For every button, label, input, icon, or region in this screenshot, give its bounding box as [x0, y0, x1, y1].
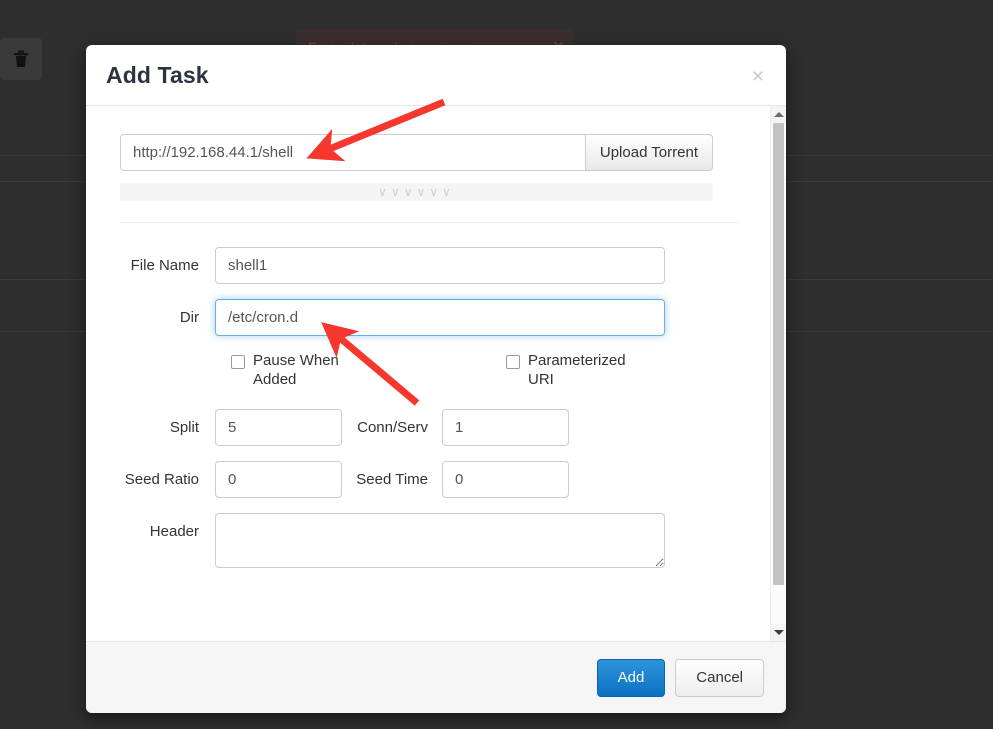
form-row-header: Header [120, 513, 740, 568]
pause-when-added-group: Pause When Added [231, 351, 506, 389]
modal-header: Add Task × [86, 45, 786, 106]
scroll-up-arrow-icon[interactable] [771, 106, 786, 123]
modal-footer: Add Cancel [86, 641, 786, 713]
modal-body-scrollbar[interactable] [770, 106, 786, 641]
add-button[interactable]: Add [596, 658, 666, 697]
uri-input[interactable] [120, 134, 585, 171]
scroll-down-arrow-icon[interactable] [771, 624, 786, 641]
parameterized-uri-checkbox[interactable] [506, 355, 520, 369]
conn-serv-input[interactable] [442, 409, 569, 446]
seed-ratio-input[interactable] [215, 461, 342, 498]
collapse-toggle-bar[interactable]: ∨∨∨∨∨∨ [120, 183, 713, 201]
conn-serv-label: Conn/Serv [357, 419, 428, 436]
uri-input-group: Upload Torrent [120, 134, 713, 171]
seed-time-label: Seed Time [356, 471, 428, 488]
file-name-input[interactable] [215, 247, 665, 284]
seed-time-input[interactable] [442, 461, 569, 498]
upload-torrent-button[interactable]: Upload Torrent [584, 134, 713, 171]
parameterized-uri-label[interactable]: Parameterized URI [528, 351, 638, 389]
dir-input[interactable] [215, 299, 665, 336]
trash-icon [13, 50, 29, 68]
scrollbar-thumb[interactable] [773, 123, 784, 585]
seed-ratio-label: Seed Ratio [124, 471, 199, 488]
add-task-modal: Add Task × Upload Torrent ∨∨∨∨∨∨ File Na… [86, 45, 786, 713]
close-icon[interactable]: × [748, 62, 768, 91]
delete-task-button[interactable] [0, 38, 42, 80]
modal-body: Upload Torrent ∨∨∨∨∨∨ File Name Dir Paus… [86, 106, 786, 641]
pause-when-added-checkbox[interactable] [231, 355, 245, 369]
parameterized-uri-group: Parameterized URI [506, 351, 638, 389]
dir-label: Dir [179, 309, 199, 326]
split-label: Split [169, 419, 199, 436]
section-divider [120, 222, 740, 223]
page-title: Add Task [106, 61, 209, 88]
form-row-dir: Dir [120, 299, 740, 336]
header-textarea[interactable] [215, 513, 665, 568]
split-input[interactable] [215, 409, 342, 446]
file-name-label: File Name [130, 257, 199, 274]
pause-when-added-label[interactable]: Pause When Added [253, 351, 363, 389]
form-row-checkboxes: Pause When Added Parameterized URI [120, 351, 740, 389]
form-row-split-conn: Split Conn/Serv [120, 409, 740, 446]
cancel-button[interactable]: Cancel [675, 658, 764, 697]
add-task-form: File Name Dir Pause When Added Parameter… [120, 247, 740, 568]
header-label: Header [149, 523, 199, 540]
form-row-seed: Seed Ratio Seed Time [120, 461, 740, 498]
form-row-file-name: File Name [120, 247, 740, 284]
